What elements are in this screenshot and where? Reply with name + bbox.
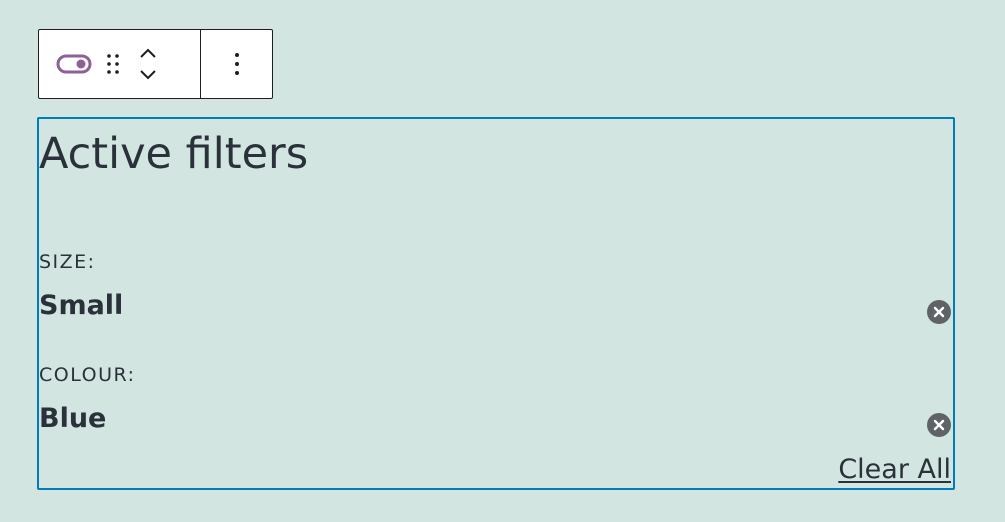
more-vertical-icon	[233, 51, 241, 77]
clear-all-link[interactable]: Clear All	[838, 453, 951, 487]
active-filters-block[interactable]: Active filters SIZE: Small COLOUR: Blue …	[37, 117, 955, 490]
block-type-button[interactable]	[56, 46, 92, 82]
close-circle-icon	[933, 419, 945, 431]
toolbar-more-group	[201, 30, 272, 98]
options-button[interactable]	[222, 46, 252, 82]
filter-value-colour: Blue	[39, 403, 107, 434]
block-mover	[137, 42, 159, 86]
move-down-button[interactable]	[137, 64, 159, 86]
block-title: Active filters	[39, 129, 309, 179]
filter-label-size: SIZE:	[39, 251, 96, 273]
filter-label-colour: COLOUR:	[39, 364, 136, 386]
move-up-button[interactable]	[137, 42, 159, 64]
remove-filter-colour-button[interactable]	[927, 413, 951, 437]
chevron-down-icon	[138, 68, 158, 82]
filter-value-size: Small	[39, 290, 124, 321]
toolbar-main-group	[39, 30, 201, 98]
drag-handle[interactable]	[102, 46, 124, 82]
chevron-up-icon	[138, 46, 158, 60]
close-circle-icon	[933, 306, 945, 318]
remove-filter-size-button[interactable]	[927, 300, 951, 324]
block-toolbar	[38, 29, 273, 99]
drag-dots-icon	[105, 52, 121, 76]
toggle-icon	[56, 53, 92, 75]
